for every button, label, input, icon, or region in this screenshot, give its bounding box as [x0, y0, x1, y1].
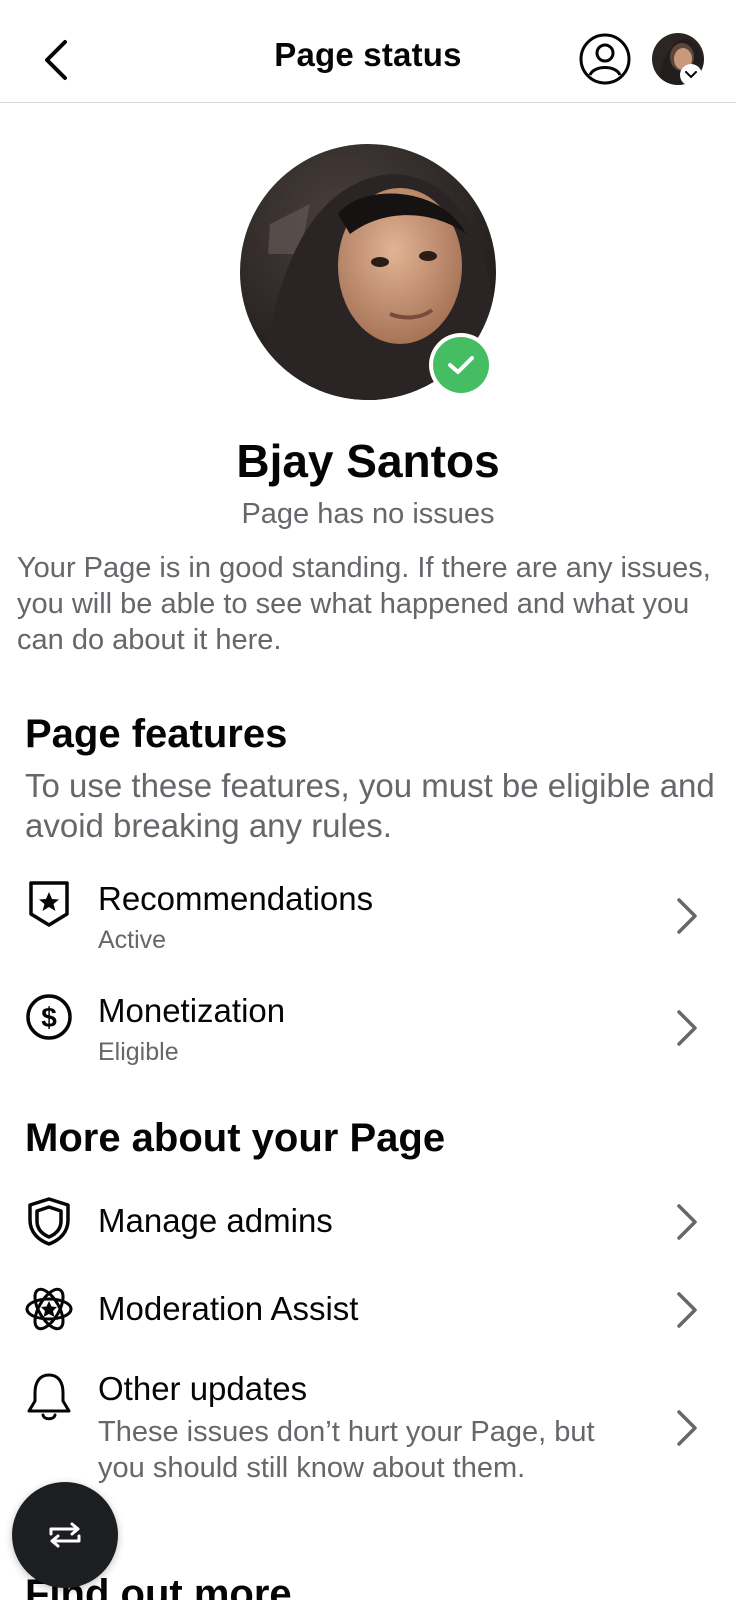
bell-icon [24, 1372, 74, 1422]
more-about-heading: More about your Page [25, 1116, 446, 1160]
page-status-text: Page has no issues [241, 498, 495, 530]
chevron-right-icon [672, 1006, 702, 1050]
switch-arrows-icon [49, 1522, 81, 1548]
chevron-right-icon [672, 1200, 702, 1244]
moderation-assist-row[interactable]: Moderation Assist [0, 1284, 736, 1350]
chevron-right-icon [672, 1288, 702, 1332]
other-updates-label: Other updates [98, 1370, 308, 1407]
shield-icon [24, 1196, 74, 1246]
monetization-label: Monetization [98, 992, 286, 1029]
other-updates-row[interactable]: Other updates These issues don’t hurt yo… [0, 1364, 736, 1494]
switch-profile-fab[interactable] [12, 1482, 118, 1588]
recommendations-status: Active [98, 926, 167, 954]
checkmark-icon [448, 356, 474, 374]
monetization-status: Eligible [98, 1038, 179, 1066]
moderation-assist-label: Moderation Assist [98, 1290, 359, 1327]
page-name: Bjay Santos [236, 435, 500, 487]
standing-description: Your Page is in good standing. If there … [17, 552, 711, 656]
atom-star-icon [24, 1284, 74, 1334]
top-bar: Page status [0, 0, 736, 103]
recommendations-label: Recommendations [98, 880, 374, 917]
manage-admins-label: Manage admins [98, 1202, 333, 1239]
profile-button[interactable] [578, 32, 632, 86]
monetization-row[interactable]: $ Monetization Eligible [0, 984, 736, 1080]
person-circle-icon [579, 33, 631, 85]
dollar-circle-icon: $ [24, 992, 74, 1042]
manage-admins-row[interactable]: Manage admins [0, 1196, 736, 1262]
chevron-right-icon [672, 894, 702, 938]
page-features-subtitle: To use these features, you must be eligi… [25, 767, 715, 844]
recommendations-row[interactable]: Recommendations Active [0, 872, 736, 968]
chevron-down-icon [685, 71, 697, 79]
verified-badge [429, 333, 493, 397]
page-features-heading: Page features [25, 712, 288, 756]
other-updates-description: These issues don’t hurt your Page, but y… [98, 1416, 595, 1484]
page-status-screen: Page status Bjay Santos Page has no issu… [0, 0, 736, 1600]
svg-text:$: $ [41, 1002, 57, 1033]
star-shield-icon [24, 878, 74, 928]
chevron-right-icon [672, 1406, 702, 1450]
account-switch-indicator [680, 64, 702, 86]
